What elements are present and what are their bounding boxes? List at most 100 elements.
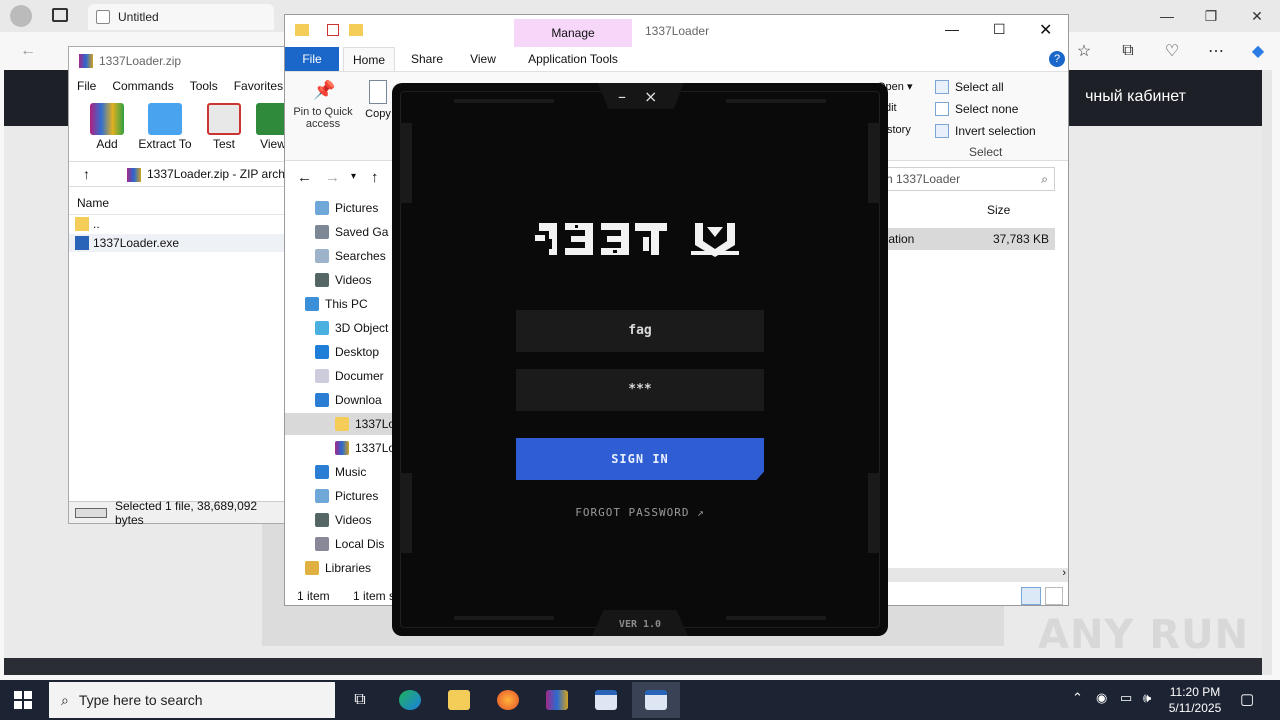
account-link[interactable]: чный кабинет	[1085, 88, 1186, 106]
tree-item-documents[interactable]: Documer	[315, 365, 384, 387]
menu-file[interactable]: File	[77, 79, 96, 93]
select-none-button[interactable]: Select none	[935, 100, 1018, 118]
tree-item-searches[interactable]: Searches	[315, 245, 386, 267]
tab-file[interactable]: File	[285, 47, 339, 71]
test-button[interactable]: Test	[196, 103, 252, 155]
menu-tools[interactable]: Tools	[190, 79, 218, 93]
up-arrow-icon[interactable]: ↑	[83, 166, 90, 182]
add-button[interactable]: Add	[79, 103, 135, 155]
saved-games-icon	[315, 225, 329, 239]
system-clock[interactable]: 11:20 PM 5/11/2025	[1162, 684, 1228, 716]
tab-application-tools[interactable]: Application Tools	[514, 47, 632, 71]
videos-icon	[315, 273, 329, 287]
network-icon[interactable]: ▭	[1120, 690, 1132, 706]
favorites-star-icon[interactable]: ☆	[1072, 40, 1096, 62]
name-column-header[interactable]: Name	[69, 191, 289, 215]
archive-path[interactable]: 1337Loader.zip - ZIP archi	[147, 167, 288, 181]
invert-selection-button[interactable]: Invert selection	[935, 122, 1036, 140]
tab-share[interactable]: Share	[401, 47, 453, 71]
tree-item-local-disk[interactable]: Local Dis	[315, 533, 384, 555]
select-all-icon	[935, 80, 949, 94]
menu-favorites[interactable]: Favorites	[234, 79, 283, 93]
tree-item-music[interactable]: Music	[315, 461, 366, 483]
tree-item-saved-games[interactable]: Saved Ga	[315, 221, 388, 243]
taskbar-search-box[interactable]: ⌕ Type here to search	[49, 682, 335, 718]
firefox-icon[interactable]	[490, 684, 526, 716]
volume-icon[interactable]: 🕪	[1143, 690, 1151, 706]
tree-item-libraries[interactable]: Libraries	[305, 557, 371, 579]
close-button[interactable]: ×	[644, 87, 657, 106]
minimize-button[interactable]: —	[1144, 0, 1190, 32]
password-field[interactable]: ***	[516, 369, 764, 411]
list-item[interactable]: ..	[75, 215, 100, 233]
search-icon	[315, 249, 329, 263]
frame-edge-left	[400, 123, 412, 203]
start-windows-icon[interactable]	[14, 691, 32, 709]
up-arrow-icon[interactable]: ↑	[371, 169, 379, 186]
tree-item-desktop[interactable]: Desktop	[315, 341, 379, 363]
select-all-button[interactable]: Select all	[935, 78, 1004, 96]
close-button[interactable]: ✕	[1234, 0, 1280, 32]
tree-item-this-pc[interactable]: This PC	[305, 293, 368, 315]
large-icons-view-icon[interactable]	[1045, 587, 1063, 605]
copilot-icon[interactable]: ◆	[1246, 40, 1270, 62]
file-size: 37,783 KB	[992, 232, 1049, 246]
minimize-button[interactable]: –	[618, 87, 626, 106]
edge-browser-icon[interactable]	[392, 684, 428, 716]
tree-item-videos-2[interactable]: Videos	[315, 509, 371, 531]
new-folder-icon[interactable]	[349, 24, 363, 36]
horizontal-scrollbar[interactable]: ›	[883, 567, 1068, 582]
tree-item-downloads[interactable]: Downloa	[315, 389, 382, 411]
sign-in-button[interactable]: SIGN IN	[516, 438, 764, 480]
meet-icon[interactable]: ◉	[1096, 690, 1107, 706]
profile-avatar[interactable]	[10, 5, 32, 27]
details-view-icon[interactable]	[1021, 587, 1041, 605]
extract-to-button[interactable]: Extract To	[137, 103, 193, 155]
loader-taskbar-icon[interactable]	[632, 682, 680, 718]
history-button[interactable]: story	[887, 124, 911, 136]
forgot-password-link[interactable]: FORGOT PASSWORD ↗	[516, 506, 764, 519]
tree-item-pictures-2[interactable]: Pictures	[315, 485, 378, 507]
folder-icon	[75, 217, 89, 231]
page-scrollbar[interactable]	[1262, 70, 1272, 675]
tab-untitled[interactable]: Untitled	[88, 4, 274, 30]
back-arrow-icon[interactable]: ←	[297, 169, 312, 186]
tab-actions-icon[interactable]	[52, 8, 68, 22]
search-icon: ⌕	[1041, 172, 1048, 186]
tray-overflow-icon[interactable]: ⌃	[1072, 690, 1083, 706]
properties-icon[interactable]	[327, 24, 339, 36]
forward-arrow-icon[interactable]: →	[325, 169, 340, 186]
tree-item-pictures[interactable]: Pictures	[315, 197, 378, 219]
tab-label: Untitled	[118, 10, 159, 24]
more-menu-icon[interactable]: ⋯	[1204, 40, 1228, 62]
close-button[interactable]: ✕	[1039, 20, 1052, 40]
minimize-button[interactable]: —	[945, 21, 959, 37]
size-column-header[interactable]: Size	[987, 203, 1010, 217]
tab-view[interactable]: View	[457, 47, 509, 71]
copy-icon	[369, 80, 387, 104]
username-field[interactable]: fag	[516, 310, 764, 352]
winrar-window: 1337Loader.zip File Commands Tools Favor…	[68, 46, 290, 527]
search-box[interactable]: ch 1337Loader ⌕	[875, 167, 1055, 191]
tab-home[interactable]: Home	[343, 47, 395, 71]
recent-dropdown-icon[interactable]: ▾	[351, 171, 356, 182]
tree-item-videos[interactable]: Videos	[315, 269, 371, 291]
collections-icon[interactable]: ⧉	[1116, 40, 1140, 62]
winrar-taskbar-icon[interactable]	[539, 684, 575, 716]
tree-item-3d-objects[interactable]: 3D Object	[315, 317, 388, 339]
file-explorer-icon[interactable]	[441, 684, 477, 716]
help-icon[interactable]: ?	[1049, 51, 1065, 67]
list-item[interactable]: 1337Loader.exe	[69, 234, 289, 252]
table-row[interactable]: lication 37,783 KB	[875, 228, 1055, 250]
notification-icon[interactable]: ▢	[1240, 690, 1254, 708]
health-icon[interactable]: ♡	[1160, 40, 1184, 62]
back-icon[interactable]: ←	[16, 40, 40, 62]
restore-button[interactable]: ❐	[1188, 0, 1234, 32]
maximize-button[interactable]: ☐	[993, 21, 1006, 38]
copy-button[interactable]: Copy	[363, 80, 393, 120]
app-window-icon[interactable]	[588, 684, 624, 716]
task-view-icon[interactable]: ⧉	[342, 684, 378, 716]
menu-commands[interactable]: Commands	[112, 79, 173, 93]
scroll-right-icon[interactable]: ›	[1062, 567, 1066, 579]
pin-quick-access-button[interactable]: 📌 Pin to Quick access	[291, 80, 355, 130]
